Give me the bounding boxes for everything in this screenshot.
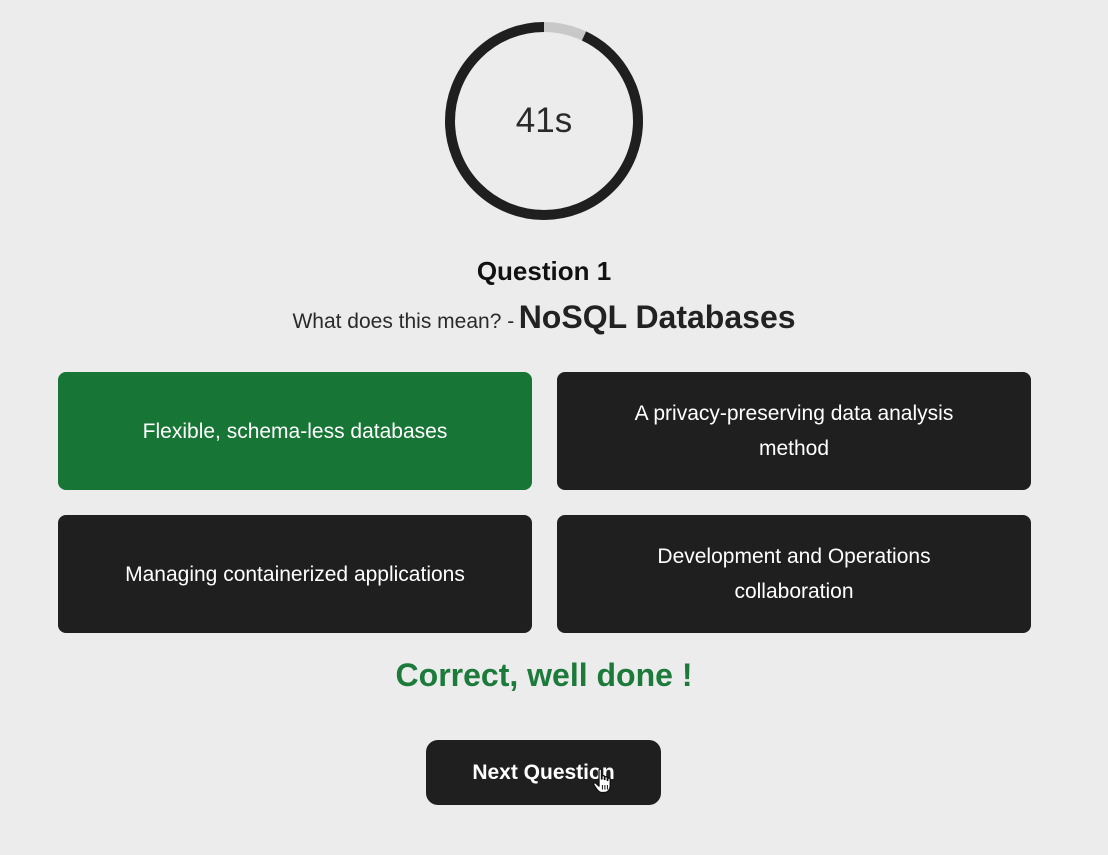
- question-term: NoSQL Databases: [518, 299, 796, 335]
- next-question-button[interactable]: Next Question: [426, 740, 661, 805]
- answer-option-4[interactable]: Development and Operations collaboration: [557, 515, 1031, 633]
- countdown-timer: 41s: [444, 21, 644, 221]
- hand-pointer-icon: [592, 768, 611, 794]
- question-prompt: What does this mean? -: [292, 310, 515, 333]
- feedback-message: Correct, well done !: [395, 657, 693, 693]
- timer-seconds: 41s: [515, 101, 573, 140]
- answer-option-1[interactable]: Flexible, schema-less databases: [58, 372, 532, 490]
- answer-option-2[interactable]: A privacy-preserving data analysis metho…: [557, 372, 1031, 490]
- question-prompt-line: What does this mean? - NoSQL Databases: [0, 299, 1088, 336]
- answer-grid: Flexible, schema-less databases A privac…: [58, 372, 1031, 633]
- answer-option-3[interactable]: Managing containerized applications: [58, 515, 532, 633]
- question-number: Question 1: [476, 256, 612, 286]
